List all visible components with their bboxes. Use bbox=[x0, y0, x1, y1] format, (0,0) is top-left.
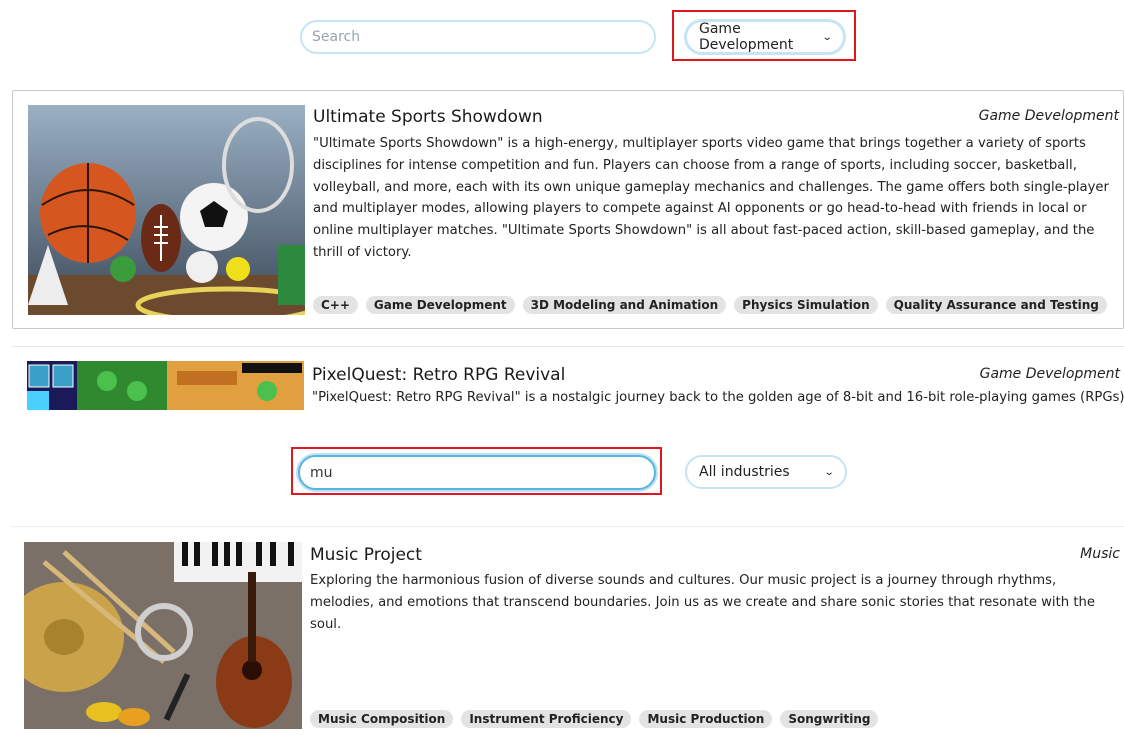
project-title[interactable]: Music Project bbox=[310, 545, 422, 565]
skill-tag: C++ bbox=[313, 296, 358, 314]
industry-select[interactable]: All industries ⌄ bbox=[685, 455, 847, 489]
project-card[interactable]: Ultimate Sports Showdown Game Developmen… bbox=[12, 90, 1124, 329]
tag-list: Music Composition Instrument Proficiency… bbox=[310, 710, 879, 728]
skill-tag: Quality Assurance and Testing bbox=[885, 296, 1107, 314]
project-description: Exploring the harmonious fusion of diver… bbox=[310, 573, 1095, 632]
project-thumbnail bbox=[28, 105, 305, 315]
skill-tag: Music Production bbox=[639, 710, 773, 728]
skill-tag: Instrument Proficiency bbox=[461, 710, 632, 728]
search-input[interactable]: Search bbox=[300, 20, 656, 54]
project-industry: Game Development bbox=[979, 366, 1120, 382]
industry-select[interactable]: Game Development ⌄ bbox=[684, 19, 846, 55]
sports-balls-image bbox=[28, 105, 305, 315]
project-description: "Ultimate Sports Showdown" is a high-ene… bbox=[313, 136, 1109, 260]
skill-tag: Music Composition bbox=[310, 710, 454, 728]
skill-tag: Songwriting bbox=[780, 710, 879, 728]
project-card[interactable]: Music Project Music Exploring the harmon… bbox=[10, 526, 1124, 735]
project-title[interactable]: Ultimate Sports Showdown bbox=[313, 107, 543, 127]
music-instruments-image bbox=[24, 542, 302, 729]
search-value: mu bbox=[310, 464, 333, 481]
project-industry: Music bbox=[1080, 546, 1120, 562]
search-placeholder: Search bbox=[312, 29, 361, 45]
project-description: "PixelQuest: Retro RPG Revival" is a nos… bbox=[312, 390, 1124, 405]
project-title[interactable]: PixelQuest: Retro RPG Revival bbox=[312, 365, 565, 385]
chevron-down-icon: ⌄ bbox=[823, 466, 835, 478]
project-card[interactable]: PixelQuest: Retro RPG Revival Game Devel… bbox=[12, 346, 1124, 410]
skill-tag: Physics Simulation bbox=[734, 296, 878, 314]
skill-tag: 3D Modeling and Animation bbox=[522, 296, 727, 314]
project-thumbnail bbox=[24, 542, 302, 729]
tag-list: C++ Game Development 3D Modeling and Ani… bbox=[313, 296, 1107, 314]
project-industry: Game Development bbox=[978, 108, 1119, 124]
project-thumbnail bbox=[27, 361, 304, 410]
industry-select-value: Game Development bbox=[699, 21, 794, 53]
search-input[interactable]: mu bbox=[298, 455, 656, 490]
industry-select-value: All industries bbox=[699, 464, 790, 480]
chevron-down-icon: ⌄ bbox=[821, 31, 833, 43]
pixel-game-image bbox=[27, 361, 304, 410]
skill-tag: Game Development bbox=[365, 296, 515, 314]
